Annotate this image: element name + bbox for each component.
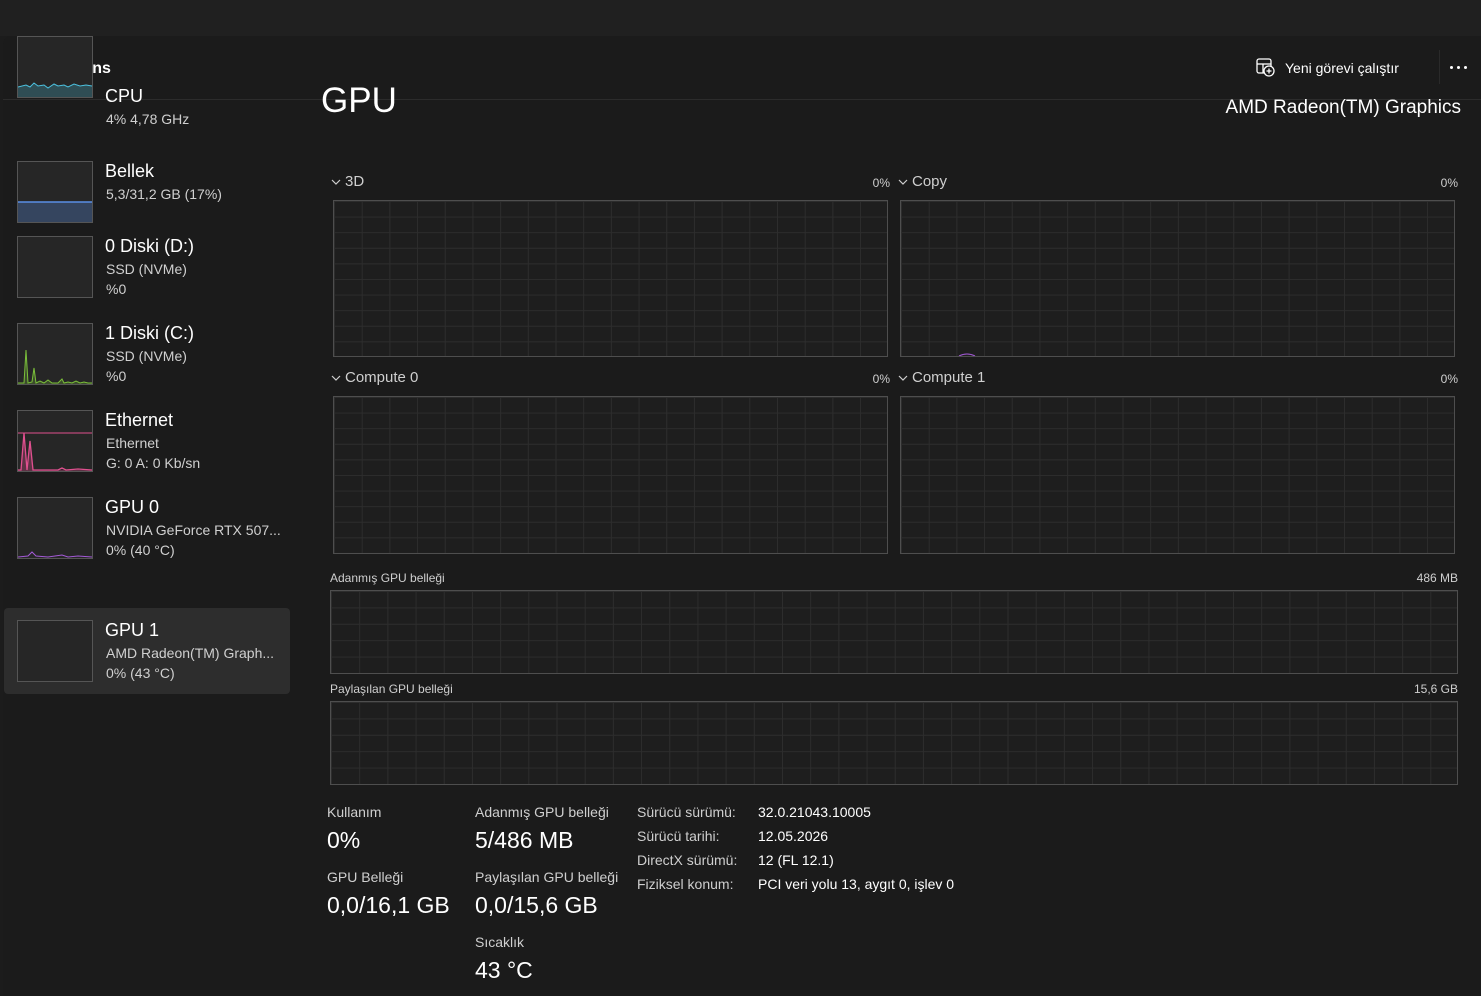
driver-date-value: 12.05.2026 (758, 828, 829, 844)
engine-label: Copy (912, 173, 948, 190)
sidebar-item-name: Bellek (105, 161, 155, 181)
gpu-memory-value: 0,0/16,1 GB (327, 892, 450, 918)
sidebar-item-name: GPU 1 (105, 620, 160, 640)
physical-location-label: Fiziksel konum: (637, 876, 734, 892)
dedicated-memory-graph-label: Adanmış GPU belleği (330, 571, 445, 585)
engine-label: Compute 1 (912, 369, 986, 386)
sidebar-item-value: G: 0 A: 0 Kb/sn (106, 455, 201, 471)
sidebar-item-name: 1 Diski (C:) (105, 323, 194, 343)
sidebar-item-value: %0 (106, 368, 127, 384)
disk-1-sparkline (18, 349, 92, 384)
run-new-task-button[interactable]: Yeni görevi çalıştır (1255, 56, 1399, 80)
sidebar-item-memory[interactable]: Bellek 5,3/31,2 GB (17%) (4, 147, 290, 233)
cpu-sparkline (18, 82, 92, 97)
temperature-value: 43 °C (475, 957, 533, 983)
dedicated-memory-label: Adanmış GPU belleği (475, 804, 609, 820)
gpu-1-thumbnail (17, 620, 93, 682)
sidebar-item-detail: SSD (NVMe) (106, 348, 187, 364)
temperature-label: Sıcaklık (475, 934, 525, 950)
engine-percent: 0% (872, 176, 890, 190)
engine-3d-graph (333, 200, 888, 357)
cpu-thumbnail (17, 36, 93, 98)
sidebar-item-disk-0[interactable]: 0 Diski (D:) SSD (NVMe) %0 (4, 222, 290, 308)
shared-memory-label: Paylaşılan GPU belleği (475, 869, 619, 885)
engine-compute-0-graph (333, 396, 888, 554)
memory-thumbnail (17, 161, 93, 223)
usage-label: Kullanım (327, 804, 382, 820)
directx-version-value: 12 (FL 12.1) (758, 852, 834, 868)
disk-0-thumbnail (17, 236, 93, 298)
copy-usage-line (958, 353, 976, 356)
physical-location-value: PCI veri yolu 13, aygıt 0, işlev 0 (758, 876, 955, 892)
engine-percent: 0% (1440, 372, 1458, 386)
sidebar-item-name: Ethernet (105, 410, 174, 430)
engine-3d-selector[interactable]: 3D (331, 173, 364, 190)
sidebar-item-value: 0% (43 °C) (106, 665, 175, 681)
chevron-down-icon (331, 375, 341, 381)
engine-compute-0-selector[interactable]: Compute 0 (331, 369, 418, 386)
engine-compute-1-selector[interactable]: Compute 1 (898, 369, 985, 386)
shared-memory-graph-max: 15,6 GB (1413, 682, 1458, 696)
ethernet-thumbnail (17, 410, 93, 472)
gpu-0-thumbnail (17, 497, 93, 559)
sidebar-item-gpu-0[interactable]: GPU 0 NVIDIA GeForce RTX 507... 0% (40 °… (4, 483, 290, 569)
sidebar-item-detail: SSD (NVMe) (106, 261, 187, 277)
usage-value: 0% (327, 827, 361, 853)
shared-memory-graph-label: Paylaşılan GPU belleği (330, 682, 453, 696)
sidebar-item-name: CPU (105, 86, 144, 106)
sidebar-item-disk-1[interactable]: 1 Diski (C:) SSD (NVMe) %0 (4, 309, 290, 395)
engine-percent: 0% (1440, 176, 1458, 190)
driver-date-label: Sürücü tarihi: (637, 828, 720, 844)
engine-copy-graph (900, 200, 1455, 357)
more-dots-icon (1449, 65, 1453, 69)
sidebar-item-detail: AMD Radeon(TM) Graph... (106, 645, 275, 661)
gpu-heading: GPU (321, 81, 397, 120)
shared-memory-graph (330, 701, 1458, 785)
gpu-0-sparkline (18, 551, 92, 558)
engine-label: 3D (345, 173, 365, 190)
sidebar-item-name: 0 Diski (D:) (105, 236, 194, 256)
sidebar-item-gpu-1[interactable]: GPU 1 AMD Radeon(TM) Graph... 0% (43 °C) (4, 608, 290, 694)
shared-memory-value: 0,0/15,6 GB (475, 892, 598, 918)
dedicated-memory-graph (330, 590, 1458, 674)
title-bar-strip (0, 0, 1481, 36)
dedicated-memory-value: 5/486 MB (475, 827, 574, 853)
chevron-down-icon (898, 179, 908, 185)
chevron-down-icon (898, 375, 908, 381)
more-options-button[interactable] (1439, 50, 1476, 84)
sidebar-item-detail: 5,3/31,2 GB (17%) (106, 186, 222, 202)
engine-label: Compute 0 (345, 369, 419, 386)
engine-copy-selector[interactable]: Copy (898, 173, 947, 190)
chevron-down-icon (331, 179, 341, 185)
sidebar-item-detail: Ethernet (106, 435, 159, 451)
run-task-icon (1255, 57, 1275, 80)
driver-version-value: 32.0.21043.10005 (758, 804, 871, 820)
dedicated-memory-graph-max: 486 MB (1416, 571, 1458, 585)
driver-version-label: Sürücü sürümü: (637, 804, 736, 820)
engine-percent: 0% (872, 372, 890, 386)
run-task-label: Yeni görevi çalıştır (1285, 60, 1399, 76)
sidebar-item-name: GPU 0 (105, 497, 160, 517)
disk-1-thumbnail (17, 323, 93, 385)
sidebar-item-detail: NVIDIA GeForce RTX 507... (106, 522, 281, 538)
gpu-memory-label: GPU Belleği (327, 869, 404, 885)
gpu-device-name: AMD Radeon(TM) Graphics (1225, 97, 1461, 118)
sidebar-item-detail: 4% 4,78 GHz (106, 111, 190, 127)
ethernet-sparkline (18, 432, 92, 471)
sidebar-item-ethernet[interactable]: Ethernet Ethernet G: 0 A: 0 Kb/sn (4, 396, 290, 482)
sidebar-item-value: 0% (40 °C) (106, 542, 175, 558)
directx-version-label: DirectX sürümü: (637, 852, 738, 868)
engine-compute-1-graph (900, 396, 1455, 554)
sidebar-item-cpu[interactable]: CPU 4% 4,78 GHz (4, 36, 290, 158)
memory-sparkline (18, 201, 92, 222)
sidebar-item-value: %0 (106, 281, 127, 297)
